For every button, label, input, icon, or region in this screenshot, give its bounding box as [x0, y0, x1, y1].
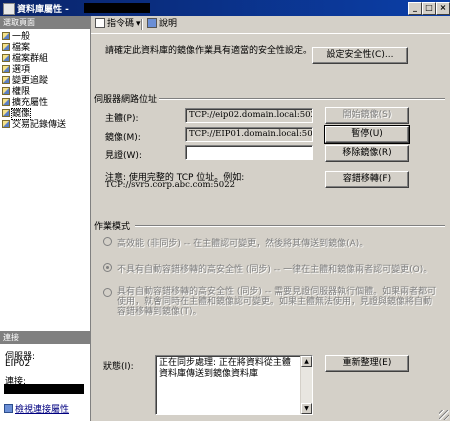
- connection-header: 連接: [0, 331, 90, 344]
- script-label: 指令碼: [107, 19, 135, 29]
- mirroring-page: 請確定此資料庫的鏡像作業具有適當的安全性設定。 設定安全性(C)... 伺服器網…: [91, 34, 450, 421]
- mode-high-safety-auto-failover-radio[interactable]: [103, 288, 112, 297]
- start-mirroring-button[interactable]: 開始鏡像(S): [325, 107, 409, 124]
- pause-button[interactable]: 暫停(U): [324, 125, 410, 144]
- nav-item-extended-properties[interactable]: 擴充屬性: [2, 98, 48, 108]
- redacted-connection-value: [4, 384, 84, 394]
- mode-high-safety-no-failover-label: 不具有自動容錯移轉的高安全性 (同步) -- 一律在主體和鏡像兩者認可變更(O)…: [117, 265, 433, 275]
- remove-mirroring-button[interactable]: 移除鏡像(R): [325, 145, 409, 162]
- scroll-down-icon[interactable]: ▼: [301, 403, 312, 414]
- mode-high-safety-auto-failover-label: 具有自動容錯移轉的高安全性 (同步) -- 需要見證伺服器執行個體。如果兩者都可…: [117, 287, 437, 317]
- status-label: 狀態(I):: [103, 362, 134, 372]
- page-icon: [2, 32, 10, 40]
- left-pane: 選取頁面 一般 檔案 檔案群組 選項 變更追蹤 權限 擴充屬性 鏡像 交易記錄傳…: [0, 16, 91, 421]
- section-divider: [135, 225, 445, 227]
- refresh-button[interactable]: 重新整理(E): [325, 355, 409, 372]
- page-icon: [2, 87, 10, 95]
- nav-item-label: 變更追蹤: [12, 76, 49, 86]
- view-connection-properties-link[interactable]: 檢視連接屬性: [4, 402, 69, 415]
- view-connection-properties-label: 檢視連接屬性: [15, 405, 70, 415]
- nav-item-label: 選項: [12, 65, 31, 75]
- app-icon: [3, 3, 15, 15]
- nav-item-files[interactable]: 檔案: [2, 43, 30, 53]
- section-divider: [159, 98, 445, 100]
- nav-item-change-tracking[interactable]: 變更追蹤: [2, 76, 48, 86]
- script-icon: [95, 18, 105, 28]
- minimize-button[interactable]: _: [408, 2, 422, 15]
- principal-address-field[interactable]: TCP://eip02.domain.local:5022: [185, 108, 313, 123]
- nav-item-label: 擴充屬性: [12, 98, 49, 108]
- mode-high-performance-radio[interactable]: [103, 237, 112, 246]
- nav-item-label: 交易記錄傳送: [12, 120, 67, 130]
- mirror-address-field[interactable]: TCP://EIP01.domain.local:5022: [185, 127, 313, 142]
- nav-item-log-shipping[interactable]: 交易記錄傳送: [2, 120, 66, 130]
- page-icon: [2, 98, 10, 106]
- page-icon: [2, 43, 10, 51]
- nav-item-label: 檔案群組: [12, 54, 49, 64]
- help-icon: [147, 18, 157, 28]
- nav-item-label: 鏡像: [10, 108, 32, 120]
- select-page-header: 選取頁面: [0, 16, 90, 29]
- redacted-database-name: [84, 3, 150, 13]
- page-icon: [2, 109, 10, 117]
- security-instructions: 請確定此資料庫的鏡像作業具有適當的安全性設定。: [105, 46, 313, 56]
- status-scrollbar[interactable]: ▲ ▼: [300, 356, 312, 414]
- dropdown-arrow-icon: ▾: [136, 19, 141, 29]
- toolbar: 指令碼 ▾ 說明: [91, 16, 450, 34]
- nav-item-label: 權限: [12, 87, 31, 97]
- note-example: TCP://svr5.corp.abc.com:5022: [105, 180, 236, 190]
- failover-button[interactable]: 容錯移轉(F): [325, 171, 409, 188]
- status-textbox[interactable]: 正在同步處理: 正在將資料從主體資料庫傳送到鏡像資料庫 ▲ ▼: [155, 355, 313, 415]
- server-value: EIP02: [5, 359, 31, 369]
- page-icon: [2, 120, 10, 128]
- witness-label: 見證(W):: [105, 151, 142, 161]
- help-button[interactable]: 說明: [147, 18, 177, 31]
- operating-mode-title: 作業模式: [94, 222, 131, 232]
- mode-high-performance-label: 高效能 (非同步) -- 在主體認可變更，然後將其傳送到鏡像(A)。: [117, 239, 369, 249]
- scroll-up-icon[interactable]: ▲: [301, 356, 312, 367]
- nav-item-filegroups[interactable]: 檔案群組: [2, 54, 48, 64]
- maximize-button[interactable]: □: [422, 2, 436, 15]
- title-bar: 資料庫屬性 - _ □ ×: [0, 0, 450, 16]
- connection-properties-icon: [4, 404, 13, 413]
- page-icon: [2, 65, 10, 73]
- connection-info: 伺服器: EIP02 連接: 檢視連接屬性: [0, 347, 90, 421]
- script-button[interactable]: 指令碼 ▾: [95, 18, 141, 31]
- nav-item-general[interactable]: 一般: [2, 32, 30, 42]
- status-text: 正在同步處理: 正在將資料從主體資料庫傳送到鏡像資料庫: [159, 358, 291, 379]
- help-label: 說明: [159, 19, 178, 29]
- nav-item-options[interactable]: 選項: [2, 65, 30, 75]
- page-icon: [2, 54, 10, 62]
- close-button[interactable]: ×: [436, 2, 450, 15]
- nav-item-mirroring[interactable]: 鏡像: [2, 108, 32, 120]
- mirror-label: 鏡像(M):: [105, 133, 141, 143]
- nav-item-label: 一般: [12, 32, 31, 42]
- toolbar-separator: [141, 19, 143, 30]
- page-icon: [2, 76, 10, 84]
- resize-grip[interactable]: [439, 410, 449, 420]
- witness-address-field[interactable]: [185, 145, 313, 160]
- window-title: 資料庫屬性 -: [17, 5, 69, 15]
- nav-item-permissions[interactable]: 權限: [2, 87, 30, 97]
- principal-label: 主體(P):: [105, 114, 139, 124]
- configure-security-button[interactable]: 設定安全性(C)...: [312, 47, 408, 64]
- server-address-title: 伺服器網路位址: [94, 95, 158, 105]
- nav-item-label: 檔案: [12, 43, 31, 53]
- mode-high-safety-no-failover-radio[interactable]: [103, 263, 112, 272]
